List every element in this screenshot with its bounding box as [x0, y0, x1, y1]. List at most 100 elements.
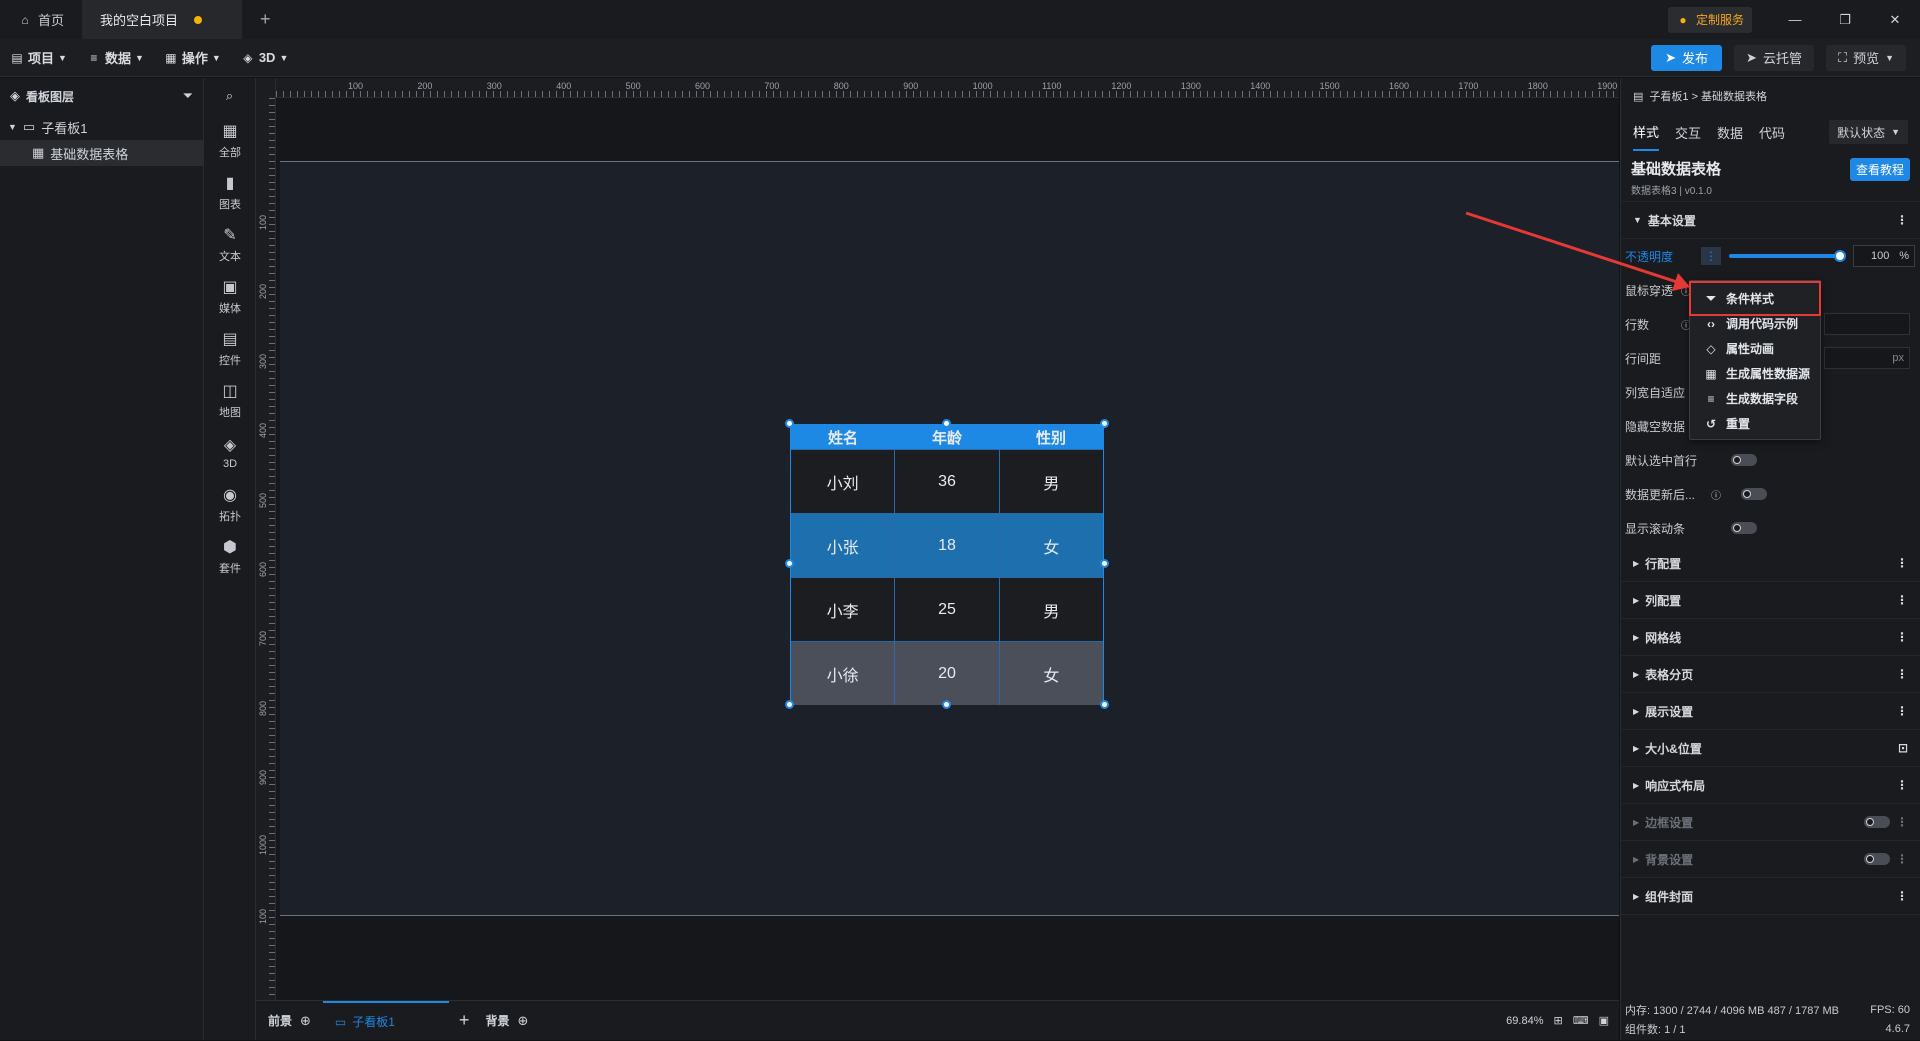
table-row[interactable]: 小李 25 男 — [791, 577, 1103, 641]
resize-handle[interactable] — [1100, 559, 1109, 568]
more-icon[interactable]: ⋮ — [1896, 593, 1908, 607]
ctx-item-3[interactable]: ▦ 生成属性数据源 — [1690, 361, 1820, 386]
menu-data[interactable]: ≡ 数据 ▼ — [77, 39, 154, 77]
resize-handle[interactable] — [942, 419, 951, 428]
fit-screen-icon[interactable]: ⊞ — [1553, 1014, 1562, 1027]
opacity-input[interactable]: 100% — [1853, 245, 1915, 267]
ctx-icon: ↺ — [1705, 416, 1717, 431]
section-7[interactable]: ▶ 边框设置 ⋮ — [1621, 804, 1920, 841]
back-layer-tab[interactable]: 背景 ⊕ — [479, 1001, 534, 1041]
tab-interaction[interactable]: 交互 — [1675, 123, 1701, 142]
preview-button[interactable]: ⛶ 预览 ▼ — [1825, 44, 1906, 71]
lock-icon[interactable]: ⊡ — [1898, 741, 1908, 755]
tool-1[interactable]: ▮ 图表 — [204, 166, 256, 218]
tool-2[interactable]: ✎ 文本 — [204, 218, 256, 270]
more-icon[interactable]: ⋮ — [1896, 778, 1908, 792]
menu-3d[interactable]: ◈ 3D ▼ — [231, 39, 299, 77]
toggle-switch[interactable] — [1864, 853, 1890, 865]
prop-more-button[interactable]: ⋮ — [1701, 247, 1721, 265]
toggle-switch[interactable] — [1741, 488, 1767, 500]
section-4[interactable]: ▶ 展示设置 ⋮ — [1621, 693, 1920, 730]
tool-7[interactable]: ◉ 拓扑 — [204, 478, 256, 530]
resize-handle[interactable] — [785, 700, 794, 709]
resize-handle[interactable] — [1100, 700, 1109, 709]
opacity-slider[interactable] — [1729, 250, 1846, 262]
search-button[interactable]: ⌕ — [204, 78, 255, 114]
more-icon[interactable]: ⋮ — [1896, 213, 1908, 227]
tool-4[interactable]: ▤ 控件 — [204, 322, 256, 374]
data-table-component[interactable]: 姓名 年龄 性别 小刘 36 男小张 18 女小李 25 男小徐 20 女 — [785, 419, 1109, 709]
ctx-item-5[interactable]: ↺ 重置 — [1690, 411, 1820, 436]
opacity-unit: % — [1899, 250, 1909, 262]
table-row[interactable]: 小徐 20 女 — [791, 641, 1103, 705]
layer-board[interactable]: ▼ ▭ 子看板1 — [0, 114, 203, 140]
tab-home[interactable]: ⌂ 首页 — [0, 0, 82, 39]
prop-row-6: 默认选中首行 — [1621, 443, 1920, 477]
more-icon[interactable]: ⋮ — [1896, 556, 1908, 570]
tab-style[interactable]: 样式 — [1633, 114, 1660, 151]
caret-right-icon: ▶ — [1633, 632, 1640, 642]
table-row[interactable]: 小刘 36 男 — [791, 449, 1103, 513]
more-icon[interactable]: ⋮ — [1896, 630, 1908, 644]
section-1[interactable]: ▶ 列配置 ⋮ — [1621, 582, 1920, 619]
tab-code[interactable]: 代码 — [1759, 123, 1785, 142]
tab-project[interactable]: 我的空白项目 — [82, 0, 243, 39]
front-layer-tab[interactable]: 前景 ⊕ — [256, 1001, 323, 1041]
tutorial-button[interactable]: 查看教程 — [1849, 158, 1910, 181]
resize-handle[interactable] — [942, 700, 951, 709]
section-0[interactable]: ▶ 行配置 ⋮ — [1621, 545, 1920, 582]
toggle-switch[interactable] — [1864, 816, 1890, 828]
toggle-switch[interactable] — [1731, 522, 1757, 534]
section-9[interactable]: ▶ 组件封面 ⋮ — [1621, 878, 1920, 915]
restore-button[interactable]: ❐ — [1820, 0, 1870, 39]
section-5[interactable]: ▶ 大小&位置 ⊡ — [1621, 730, 1920, 767]
more-icon[interactable]: ⋮ — [1896, 889, 1908, 903]
keyboard-icon[interactable]: ⌨ — [1573, 1014, 1589, 1027]
table-row[interactable]: 小张 18 女 — [791, 513, 1103, 577]
section-6[interactable]: ▶ 响应式布局 ⋮ — [1621, 767, 1920, 804]
ctx-item-2[interactable]: ◇ 属性动画 — [1690, 336, 1820, 361]
custom-service-button[interactable]: ● 定制服务 — [1667, 6, 1752, 33]
zoom-level[interactable]: 69.84% — [1506, 1015, 1543, 1027]
menu-operation[interactable]: ▦ 操作 ▼ — [154, 39, 231, 77]
tool-3[interactable]: ▣ 媒体 — [204, 270, 256, 322]
tool-8[interactable]: ⬢ 套件 — [204, 530, 256, 582]
layer-table[interactable]: ▦ 基础数据表格 — [0, 140, 203, 166]
add-board-button[interactable]: + — [449, 1001, 480, 1041]
slider-knob[interactable] — [1834, 250, 1846, 262]
board-tab[interactable]: ▭ 子看板1 — [322, 1000, 449, 1041]
tool-0[interactable]: ▦ 全部 — [204, 114, 256, 166]
section-3[interactable]: ▶ 表格分页 ⋮ — [1621, 656, 1920, 693]
more-icon[interactable]: ⋮ — [1896, 815, 1908, 829]
more-icon[interactable]: ⋮ — [1896, 852, 1908, 866]
cloud-hosting-button[interactable]: ➤ 云托管 — [1734, 44, 1814, 71]
filter-icon[interactable]: ⏷ — [183, 88, 193, 104]
new-tab-button[interactable]: + — [242, 0, 289, 39]
resize-handle[interactable] — [785, 419, 794, 428]
publish-button[interactable]: ➤ 发布 — [1651, 44, 1723, 71]
resize-handle[interactable] — [1100, 419, 1109, 428]
close-button[interactable]: ✕ — [1870, 0, 1920, 39]
cube-icon: ◈ — [243, 50, 253, 65]
caret-right-icon: ▶ — [1633, 706, 1640, 716]
more-icon[interactable]: ⋮ — [1896, 704, 1908, 718]
minimize-button[interactable]: — — [1770, 0, 1820, 39]
menu-project[interactable]: ▤ 项目 ▼ — [0, 39, 77, 77]
section-2[interactable]: ▶ 网格线 ⋮ — [1621, 619, 1920, 656]
terminal-icon[interactable]: ▣ — [1599, 1014, 1609, 1027]
tool-5[interactable]: ◫ 地图 — [204, 374, 256, 426]
resize-handle[interactable] — [785, 559, 794, 568]
toggle-switch[interactable] — [1731, 454, 1757, 466]
more-icon[interactable]: ⋮ — [1896, 667, 1908, 681]
tab-data[interactable]: 数据 — [1717, 123, 1743, 142]
add-circle-icon[interactable]: ⊕ — [517, 1013, 528, 1029]
ctx-item-4[interactable]: ≡ 生成数据字段 — [1690, 386, 1820, 411]
help-icon[interactable]: ⓘ — [1711, 487, 1721, 502]
ruler-tick-label: 200 — [258, 284, 268, 300]
prop-input[interactable] — [1824, 313, 1910, 335]
section-8[interactable]: ▶ 背景设置 ⋮ — [1621, 841, 1920, 878]
tool-6[interactable]: ◈ 3D — [204, 426, 256, 478]
state-select[interactable]: 默认状态 ▼ — [1829, 120, 1908, 144]
add-circle-icon[interactable]: ⊕ — [300, 1013, 311, 1029]
prop-input[interactable]: px — [1824, 347, 1910, 369]
